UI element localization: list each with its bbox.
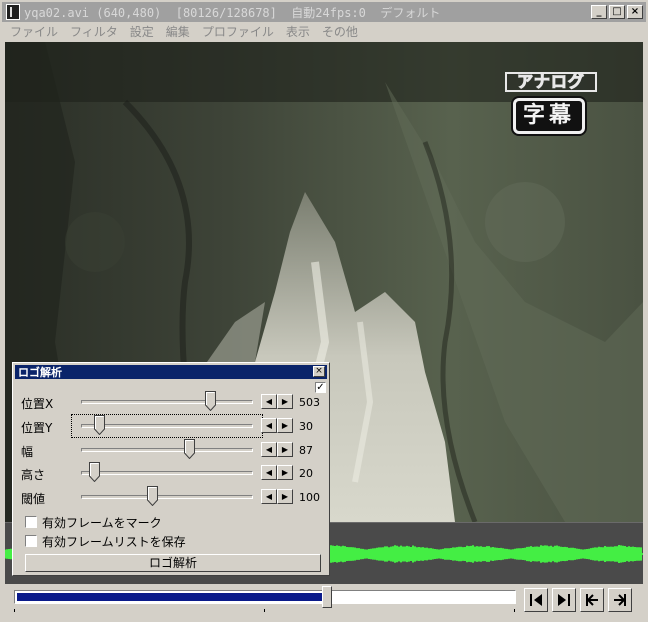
slider-row-pos-y: 位置Y ◀ ▶ 30 <box>19 414 327 438</box>
subtitle-badge: 字幕 <box>513 98 585 134</box>
increment-button[interactable]: ▶ <box>277 465 293 480</box>
slider-value: 503 <box>299 396 320 409</box>
seek-area <box>2 584 646 620</box>
menu-filter[interactable]: フィルタ <box>64 23 124 40</box>
mark-frames-checkbox[interactable] <box>25 516 37 528</box>
mark-frames-option[interactable]: 有効フレームをマーク <box>25 514 162 530</box>
slider-track[interactable] <box>81 495 253 499</box>
prev-frame-button[interactable] <box>524 588 548 612</box>
dialog-title-bar[interactable]: ロゴ解析 × <box>15 365 327 379</box>
slider-value: 87 <box>299 444 313 457</box>
slider-thumb[interactable] <box>89 462 101 482</box>
next-frame-button[interactable] <box>552 588 576 612</box>
seek-track[interactable] <box>14 590 516 604</box>
increment-button[interactable]: ▶ <box>277 489 293 504</box>
seek-progress-fill <box>17 593 326 601</box>
slider-track[interactable] <box>81 471 253 475</box>
window-title: yqa02.avi (640,480) [80126/128678] 自動24f… <box>24 5 441 20</box>
menu-profile[interactable]: プロファイル <box>196 23 280 40</box>
prev-frame-icon <box>530 594 542 606</box>
menu-view[interactable]: 表示 <box>280 23 316 40</box>
slider-track[interactable] <box>81 424 253 428</box>
slider-row-width: 幅 ◀ ▶ 87 <box>19 439 327 461</box>
dialog-close-button[interactable]: × <box>313 366 325 377</box>
mark-frames-label: 有効フレームをマーク <box>42 515 162 530</box>
slider-value: 100 <box>299 491 320 504</box>
slider-label: 高さ <box>21 468 46 482</box>
title-bar[interactable]: yqa02.avi (640,480) [80126/128678] 自動24f… <box>2 2 646 22</box>
first-frame-icon <box>586 594 598 606</box>
last-frame-button[interactable] <box>608 588 632 612</box>
slider-row-pos-x: 位置X ◀ ▶ 503 <box>19 391 327 413</box>
slider-row-height: 高さ ◀ ▶ 20 <box>19 462 327 484</box>
slider-track[interactable] <box>81 400 253 404</box>
decrement-button[interactable]: ◀ <box>261 394 277 409</box>
slider-row-threshold: 閾値 ◀ ▶ 100 <box>19 486 327 508</box>
analog-badge: アナログ <box>505 72 597 92</box>
slider-thumb[interactable] <box>204 391 216 411</box>
menu-settings[interactable]: 設定 <box>124 23 160 40</box>
save-list-option[interactable]: 有効フレームリストを保存 <box>25 533 186 549</box>
first-frame-button[interactable] <box>580 588 604 612</box>
decrement-button[interactable]: ◀ <box>261 442 277 457</box>
minimize-button[interactable]: _ <box>591 5 607 19</box>
seek-thumb[interactable] <box>321 586 332 608</box>
last-frame-icon <box>614 594 626 606</box>
save-list-label: 有効フレームリストを保存 <box>42 534 186 549</box>
maximize-button[interactable]: □ <box>609 5 625 19</box>
decrement-button[interactable]: ◀ <box>261 418 277 433</box>
menu-other[interactable]: その他 <box>316 23 364 40</box>
dialog-title: ロゴ解析 <box>18 366 62 379</box>
menu-bar: ファイル フィルタ 設定 編集 プロファイル 表示 その他 <box>2 22 646 40</box>
increment-button[interactable]: ▶ <box>277 442 293 457</box>
menu-file[interactable]: ファイル <box>2 23 64 40</box>
app-icon[interactable] <box>6 4 20 20</box>
next-frame-icon <box>558 594 570 606</box>
save-list-checkbox[interactable] <box>25 535 37 547</box>
slider-thumb[interactable] <box>93 415 105 435</box>
analyze-logo-button[interactable]: ロゴ解析 <box>25 554 321 572</box>
decrement-button[interactable]: ◀ <box>261 489 277 504</box>
slider-value: 30 <box>299 420 313 433</box>
seek-ticks <box>14 609 515 612</box>
slider-thumb[interactable] <box>184 439 196 459</box>
slider-track[interactable] <box>81 448 253 452</box>
slider-label: 閾値 <box>21 492 46 506</box>
logo-analysis-dialog: ロゴ解析 × ✓ 位置X ◀ ▶ 503 位置Y ◀ ▶ 30 幅 ◀ ▶ 87… <box>12 362 330 576</box>
slider-label: 位置X <box>21 397 54 411</box>
increment-button[interactable]: ▶ <box>277 394 293 409</box>
slider-value: 20 <box>299 467 313 480</box>
aviutl-window: yqa02.avi (640,480) [80126/128678] 自動24f… <box>0 0 648 622</box>
slider-label: 位置Y <box>21 421 53 435</box>
menu-edit[interactable]: 編集 <box>160 23 196 40</box>
slider-label: 幅 <box>21 445 34 459</box>
increment-button[interactable]: ▶ <box>277 418 293 433</box>
close-button[interactable]: × <box>627 5 643 19</box>
decrement-button[interactable]: ◀ <box>261 465 277 480</box>
slider-thumb[interactable] <box>147 486 158 506</box>
